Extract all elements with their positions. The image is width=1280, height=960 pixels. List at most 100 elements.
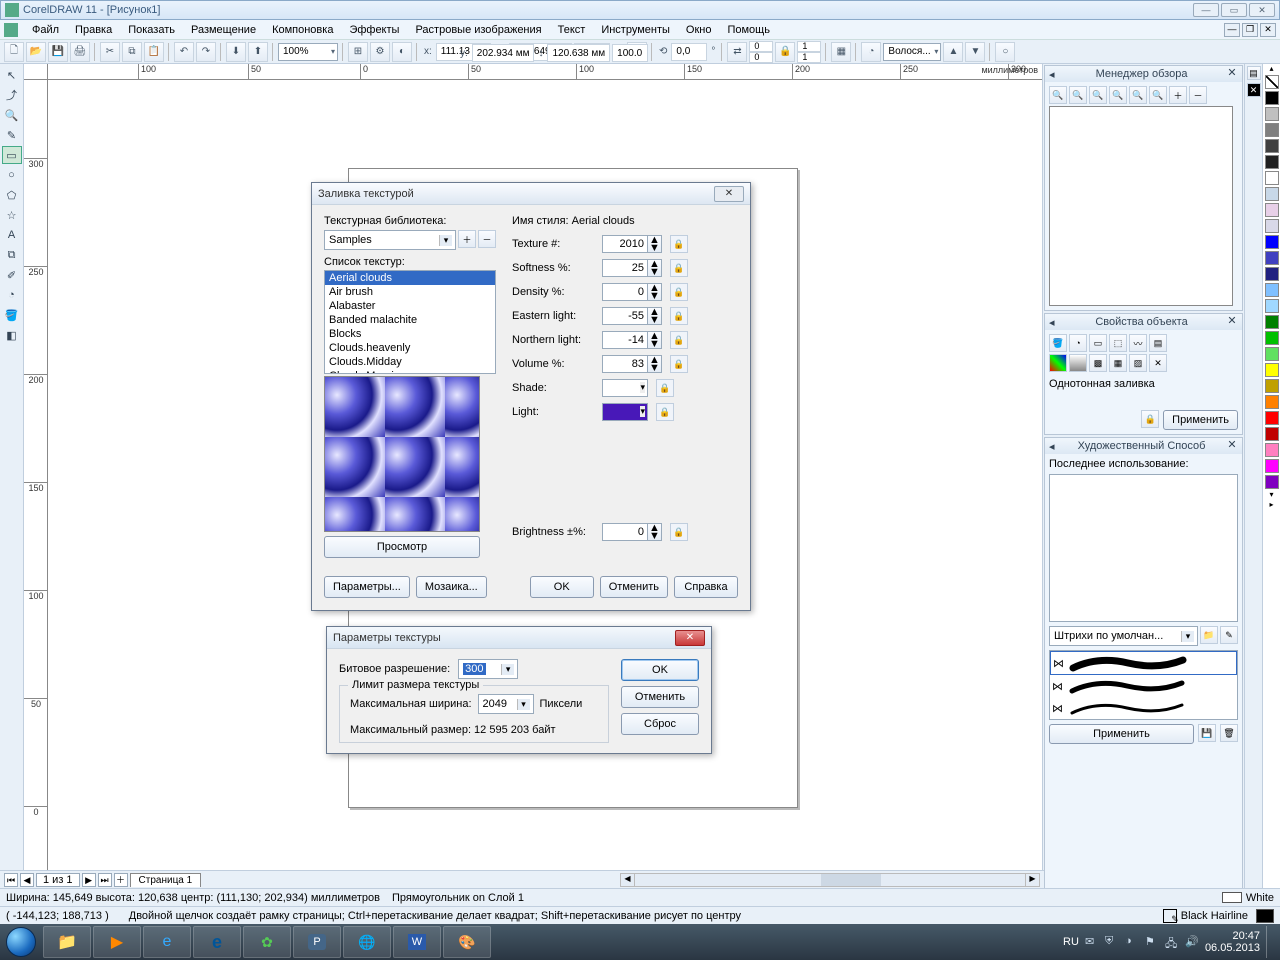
- menu-effects[interactable]: Эффекты: [341, 22, 407, 38]
- polygon-tool[interactable]: ⬠: [2, 186, 22, 204]
- fountain-fill-icon[interactable]: [1069, 354, 1087, 372]
- zoom-page-icon[interactable]: 🔍: [1149, 86, 1167, 104]
- lock-icon[interactable]: 🔒: [670, 283, 688, 301]
- spinner[interactable]: ▲▼: [648, 235, 662, 253]
- zoom-out-icon[interactable]: 🔍: [1089, 86, 1107, 104]
- color-swatch[interactable]: [1265, 395, 1279, 409]
- network-icon[interactable]: 🖧: [1165, 935, 1179, 949]
- next-page-button[interactable]: ▶: [82, 873, 96, 887]
- lock-icon[interactable]: 🔒: [670, 355, 688, 373]
- fill-tab-icon[interactable]: 🪣: [1049, 334, 1067, 352]
- menu-bitmaps[interactable]: Растровые изображения: [407, 22, 549, 38]
- maximize-button[interactable]: ▭: [1221, 3, 1247, 17]
- wrap-button[interactable]: ▦: [831, 42, 851, 62]
- tofront-button[interactable]: ▲: [943, 42, 963, 62]
- menu-text[interactable]: Текст: [550, 22, 594, 38]
- maxwidth-combo[interactable]: 2049: [478, 694, 534, 714]
- strokes-combo[interactable]: Штрихи по умолчан...: [1049, 626, 1198, 646]
- docker-close-icon[interactable]: ✕: [1226, 316, 1238, 328]
- save-stroke-icon[interactable]: 💾: [1198, 724, 1216, 742]
- preview-button[interactable]: Просмотр: [324, 536, 480, 558]
- shape-tool[interactable]: ⤴: [2, 86, 22, 104]
- menu-view[interactable]: Показать: [120, 22, 183, 38]
- light-color[interactable]: [602, 403, 648, 421]
- texture-fill-icon[interactable]: ▦: [1109, 354, 1127, 372]
- last-page-button[interactable]: ⏭: [98, 873, 112, 887]
- minimize-button[interactable]: —: [1193, 3, 1219, 17]
- color-swatch[interactable]: [1265, 75, 1279, 89]
- add-page-button[interactable]: ＋: [114, 873, 128, 887]
- tray-icon[interactable]: ⛨: [1105, 935, 1119, 949]
- list-item[interactable]: Blocks: [325, 327, 495, 341]
- undo-button[interactable]: ↶: [174, 42, 194, 62]
- ok-button[interactable]: OK: [530, 576, 594, 598]
- no-fill-icon[interactable]: ✕: [1149, 354, 1167, 372]
- open-button[interactable]: 📂: [26, 42, 46, 62]
- tray-icon[interactable]: ✉: [1085, 935, 1099, 949]
- menu-layout[interactable]: Размещение: [183, 22, 264, 38]
- add-view-icon[interactable]: ＋: [1169, 86, 1187, 104]
- color-swatch[interactable]: [1265, 459, 1279, 473]
- outline-tab-icon[interactable]: ◔: [1069, 334, 1087, 352]
- color-swatch[interactable]: [1265, 251, 1279, 265]
- color-swatch[interactable]: [1265, 123, 1279, 137]
- options-button[interactable]: ⚙: [370, 42, 390, 62]
- pick-tool[interactable]: ↖: [2, 66, 22, 84]
- color-swatch[interactable]: [1265, 315, 1279, 329]
- text-tool[interactable]: A: [2, 226, 22, 244]
- color-swatch[interactable]: [1265, 299, 1279, 313]
- task-explorer[interactable]: 📁: [43, 926, 91, 958]
- cancel-button[interactable]: Отменить: [621, 686, 699, 708]
- lock-icon[interactable]: 🔒: [670, 235, 688, 253]
- lock-icon[interactable]: 🔒: [670, 307, 688, 325]
- uniform-fill-icon[interactable]: [1049, 354, 1067, 372]
- cancel-button[interactable]: Отменить: [600, 576, 668, 598]
- spinner[interactable]: ▲▼: [648, 523, 662, 541]
- lock-icon[interactable]: 🔒: [670, 523, 688, 541]
- menu-file[interactable]: Файл: [24, 22, 67, 38]
- lock-icon[interactable]: 🔒: [1141, 410, 1159, 428]
- stroke-item[interactable]: ⋈: [1050, 651, 1237, 675]
- ok-button[interactable]: OK: [621, 659, 699, 681]
- spinner[interactable]: ▲▼: [648, 259, 662, 277]
- color-swatch[interactable]: [1265, 171, 1279, 185]
- stroke-item[interactable]: ⋈: [1050, 697, 1237, 719]
- list-item[interactable]: Clouds.heavenly: [325, 341, 495, 355]
- mdi-minimize[interactable]: —: [1224, 23, 1240, 37]
- star-tool[interactable]: ☆: [2, 206, 22, 224]
- docker-tab-1[interactable]: ▤: [1247, 66, 1261, 80]
- spinner[interactable]: ▲▼: [648, 355, 662, 373]
- rotate-field[interactable]: 0,0: [671, 43, 707, 61]
- tray-icon[interactable]: ◑: [1125, 935, 1139, 949]
- snap-button[interactable]: ⊞: [348, 42, 368, 62]
- lock-icon[interactable]: 🔒: [670, 331, 688, 349]
- param-field[interactable]: 2010: [602, 235, 648, 253]
- remove-library-icon[interactable]: －: [478, 230, 496, 248]
- color-swatch[interactable]: [1265, 155, 1279, 169]
- shade-color[interactable]: [602, 379, 648, 397]
- lock-icon[interactable]: 🔒: [656, 379, 674, 397]
- delete-stroke-icon[interactable]: 🗑: [1220, 724, 1238, 742]
- eyedropper-tool[interactable]: ✐: [2, 266, 22, 284]
- folder-icon[interactable]: 📁: [1200, 626, 1218, 644]
- corner-tl[interactable]: 0: [749, 41, 773, 52]
- color-swatch[interactable]: [1265, 347, 1279, 361]
- page-tab[interactable]: Страница 1: [130, 873, 202, 887]
- pattern-fill-icon[interactable]: ▩: [1089, 354, 1107, 372]
- toback-button[interactable]: ▼: [965, 42, 985, 62]
- zoom-sel-icon[interactable]: 🔍: [1109, 86, 1127, 104]
- show-desktop[interactable]: [1266, 926, 1274, 958]
- color-swatch[interactable]: [1265, 267, 1279, 281]
- color-swatch[interactable]: [1265, 139, 1279, 153]
- color-swatch[interactable]: [1265, 363, 1279, 377]
- ellipse-tool[interactable]: ○: [2, 166, 22, 184]
- param-field[interactable]: 83: [602, 355, 648, 373]
- outline-tool[interactable]: ◔: [2, 286, 22, 304]
- reset-button[interactable]: Сброс: [621, 713, 699, 735]
- resolution-combo[interactable]: 300: [458, 659, 518, 679]
- docker-tab-2[interactable]: ✕: [1247, 83, 1261, 97]
- color-swatch[interactable]: [1265, 475, 1279, 489]
- copy-button[interactable]: ⧉: [122, 42, 142, 62]
- color-swatch[interactable]: [1265, 107, 1279, 121]
- ruler-horizontal[interactable]: миллиметров 100 50 0 50 100 150 200 250 …: [48, 64, 1042, 80]
